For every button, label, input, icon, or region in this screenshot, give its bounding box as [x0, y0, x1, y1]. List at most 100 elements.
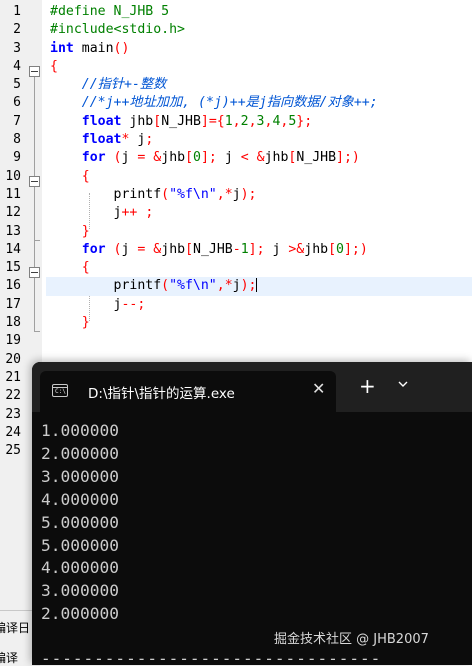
code-token: 0: [336, 241, 344, 257]
code-token: ,*: [216, 278, 233, 294]
code-line[interactable]: 15 {: [0, 259, 472, 277]
code-line[interactable]: 12 j++ ;: [0, 204, 472, 222]
line-number: 17: [5, 296, 21, 312]
code-token: ];: [200, 150, 217, 166]
code-token: (: [161, 278, 170, 294]
code-token: [: [185, 241, 194, 257]
code-line[interactable]: 8 float* j;: [0, 131, 472, 149]
code-token: N_JHB: [161, 113, 201, 129]
code-token: >&: [288, 241, 305, 257]
code-text[interactable]: }: [50, 314, 90, 332]
code-token: );: [240, 186, 257, 202]
code-token: {: [50, 58, 58, 74]
code-line[interactable]: 7 float jhb[N_JHB]={1,2,3,4,5};: [0, 113, 472, 131]
line-number: 7: [13, 113, 21, 129]
line-number: 21: [5, 369, 21, 385]
code-token: ,*: [216, 186, 233, 202]
code-text[interactable]: printf("%f\n",*j);: [50, 186, 257, 204]
new-tab-button[interactable]: +: [359, 374, 376, 398]
code-token: #include<stdio.h>: [50, 22, 185, 38]
code-text[interactable]: for (j = &jhb[0]; j < &jhb[N_JHB];): [50, 149, 360, 167]
output-line: 4.000000: [41, 489, 119, 509]
line-number: 6: [13, 95, 21, 111]
watermark: 掘金技术社区 @ JHB2007: [274, 632, 429, 647]
code-line[interactable]: 16 printf("%f\n",*j);: [0, 277, 472, 296]
code-token: }: [81, 315, 90, 331]
code-token: 1: [224, 113, 233, 129]
line-number: 18: [5, 315, 21, 331]
code-text[interactable]: printf("%f\n",*j);: [50, 277, 258, 295]
code-token: jhb: [121, 113, 154, 129]
code-line[interactable]: 13 }: [0, 223, 472, 241]
output-line: 5.000000: [41, 512, 119, 532]
code-token: printf: [50, 278, 162, 294]
code-text[interactable]: float jhb[N_JHB]={1,2,3,4,5};: [50, 113, 312, 131]
code-text[interactable]: //指针+-整数: [50, 76, 167, 94]
terminal-window[interactable]: C:\ D:\指针\指针的运算.exe ✕ + 1.000000 2.000000…: [32, 362, 472, 665]
code-line[interactable]: 10 {: [0, 168, 472, 186]
code-token: {: [81, 260, 90, 276]
code-token: j: [232, 278, 241, 294]
code-text[interactable]: #include<stdio.h>: [50, 21, 185, 39]
code-token: j: [216, 150, 241, 166]
code-text[interactable]: #define N_JHB 5: [50, 3, 169, 21]
code-text[interactable]: {: [50, 259, 90, 277]
code-token: --: [121, 296, 138, 312]
code-token: main: [73, 40, 114, 56]
code-token: 1: [240, 241, 249, 257]
chevron-down-icon[interactable]: [397, 378, 409, 390]
code-line[interactable]: 2 #include<stdio.h>: [0, 21, 472, 39]
code-line[interactable]: 4{: [0, 58, 472, 76]
code-text[interactable]: //*j++地址加加, (*j)++是j指向数据/对象++;: [50, 94, 378, 112]
code-text[interactable]: int main(): [50, 40, 129, 58]
code-token: j: [232, 186, 241, 202]
code-token: [: [328, 241, 337, 257]
line-number: 16: [5, 278, 21, 294]
code-token: 2: [240, 113, 249, 129]
line-number: 1: [13, 4, 21, 19]
line-number: 10: [5, 168, 21, 184]
code-line[interactable]: 19: [0, 332, 472, 350]
code-text[interactable]: {: [50, 58, 58, 76]
output-line: 1.000000: [41, 421, 119, 440]
output-line: 2.000000: [41, 604, 119, 624]
code-token: &: [256, 150, 265, 166]
line-number: 23: [5, 406, 21, 422]
code-token: ,: [232, 113, 241, 129]
terminal-output: 1.000000 2.000000 3.000000 4.000000 5.000000…: [41, 420, 119, 626]
terminal-tab[interactable]: C:\ D:\指针\指针的运算.exe ✕: [40, 371, 336, 412]
code-token: j: [121, 150, 138, 166]
code-line[interactable]: 17 j--;: [0, 296, 472, 314]
code-line[interactable]: 6 //*j++地址加加, (*j)++是j指向数据/对象++;: [0, 94, 472, 112]
code-token: ++: [121, 205, 138, 221]
code-line[interactable]: 5 //指针+-整数: [0, 76, 472, 94]
code-line[interactable]: 9 for (j = &jhb[0]; j < &jhb[N_JHB];): [0, 149, 472, 167]
code-text[interactable]: }: [50, 223, 90, 241]
code-text[interactable]: j++ ;: [50, 204, 154, 222]
code-token: //*j++地址加加, (*j)++是j指向数据/对象++;: [81, 95, 378, 111]
code-token: j: [264, 241, 289, 257]
code-text[interactable]: j--;: [50, 296, 146, 314]
output-line: 2.000000: [41, 443, 119, 463]
code-token: jhb: [304, 241, 329, 257]
line-number: 24: [5, 424, 21, 440]
code-line[interactable]: 14 for (j = &jhb[N_JHB-1]; j >&jhb[0];): [0, 241, 472, 259]
terminal-titlebar[interactable]: C:\ D:\指针\指针的运算.exe ✕ +: [32, 362, 472, 412]
code-token: 0: [193, 150, 201, 166]
line-number: 3: [13, 40, 21, 56]
code-token: float: [81, 113, 122, 129]
code-text[interactable]: for (j = &jhb[N_JHB-1]; j >&jhb[0];): [50, 241, 368, 259]
code-line[interactable]: 1 #define N_JHB 5: [0, 3, 472, 21]
code-line[interactable]: 18 }: [0, 314, 472, 332]
code-token: printf: [50, 186, 162, 202]
code-text[interactable]: float* j;: [50, 131, 154, 149]
code-token: "%f\n": [169, 186, 217, 202]
code-line[interactable]: 3 int main(): [0, 40, 472, 58]
close-icon[interactable]: ✕: [312, 379, 325, 398]
code-text[interactable]: {: [50, 168, 90, 186]
code-line[interactable]: 11 printf("%f\n",*j);: [0, 186, 472, 204]
